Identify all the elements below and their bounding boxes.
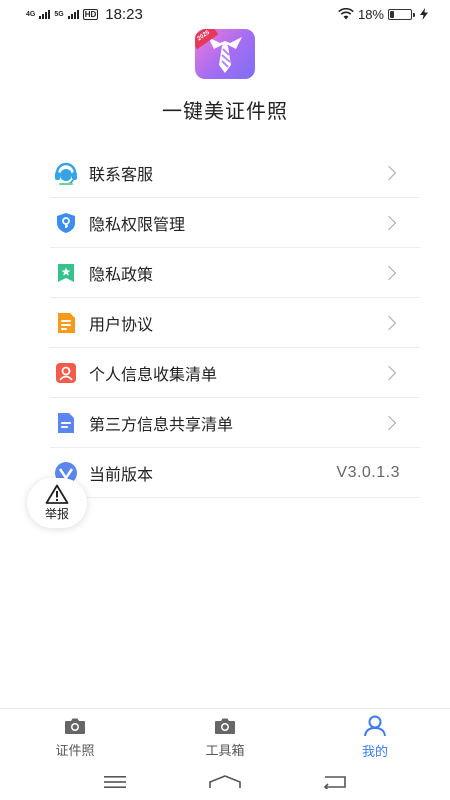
tab-id-photo[interactable]: 证件照: [0, 709, 150, 764]
warning-icon: [45, 484, 69, 504]
customer-service-icon: [53, 160, 79, 186]
home-nav-button[interactable]: [205, 770, 245, 794]
settings-menu: 联系客服 隐私权限管理 隐私政策 用户协议 个人信息收集清单 第三方信息共享清单…: [50, 148, 420, 498]
menu-item-user-agreement[interactable]: 用户协议: [50, 298, 420, 348]
app-name: 一键美证件照: [162, 99, 288, 123]
report-label: 举报: [44, 507, 69, 521]
person-card-icon: [53, 360, 79, 386]
camera-icon: [65, 718, 85, 734]
battery-percent: 18%: [357, 6, 384, 22]
menu-item-label: 当前版本: [89, 464, 154, 484]
privacy-shield-icon: [53, 210, 79, 236]
report-button[interactable]: 举报: [27, 478, 87, 528]
home-icon: [209, 775, 241, 788]
system-nav-bar: [0, 764, 450, 800]
tab-label: 工具箱: [205, 744, 245, 759]
tab-label: 证件照: [55, 744, 95, 759]
share-doc-icon: [53, 410, 79, 436]
menu-item-personal-info-list[interactable]: 个人信息收集清单: [50, 348, 420, 398]
clock: 18:23: [105, 5, 143, 23]
bottom-tab-bar: 证件照 工具箱 我的: [0, 708, 450, 764]
menu-item-privacy-permissions[interactable]: 隐私权限管理: [50, 198, 420, 248]
network-5g: 5G: [54, 10, 64, 18]
menu-item-current-version: 当前版本 V3.0.1.3: [50, 448, 420, 498]
status-right: 18%: [338, 7, 428, 22]
chevron-right-icon: [381, 365, 397, 380]
status-bar: 4G 5G HD 18:23 18%: [0, 0, 450, 28]
back-nav-button[interactable]: [315, 770, 355, 794]
wifi-icon: [338, 8, 354, 20]
menu-item-label: 第三方信息共享清单: [89, 414, 234, 434]
hd-badge: HD: [82, 8, 99, 20]
menu-nav-button[interactable]: [95, 770, 135, 794]
menu-icon: [104, 776, 126, 788]
tie-icon: [208, 37, 242, 73]
signal-icon: [39, 9, 51, 19]
back-icon: [323, 776, 346, 789]
menu-item-label: 隐私政策: [89, 264, 154, 284]
menu-item-label: 用户协议: [89, 314, 154, 334]
tab-toolbox[interactable]: 工具箱: [150, 709, 300, 764]
version-value: V3.0.1.3: [336, 463, 400, 481]
menu-item-label: 隐私权限管理: [89, 214, 186, 234]
menu-item-label: 个人信息收集清单: [89, 364, 218, 384]
battery-icon: [388, 8, 415, 20]
chevron-right-icon: [381, 215, 397, 230]
menu-item-third-party-sharing[interactable]: 第三方信息共享清单: [50, 398, 420, 448]
chevron-right-icon: [381, 415, 397, 430]
chevron-right-icon: [381, 265, 397, 280]
signal-icon: [67, 9, 79, 19]
menu-item-label: 联系客服: [89, 164, 154, 184]
app-logo: 2025: [195, 29, 255, 79]
policy-bookmark-icon: [53, 260, 79, 286]
chevron-right-icon: [381, 165, 397, 180]
network-4g: 4G: [26, 10, 36, 18]
person-icon: [364, 715, 386, 737]
chevron-right-icon: [381, 315, 397, 330]
menu-item-customer-service[interactable]: 联系客服: [50, 148, 420, 198]
document-icon: [53, 310, 79, 336]
camera-icon: [215, 718, 235, 734]
status-left: 4G 5G HD 18:23: [26, 6, 143, 23]
tab-mine[interactable]: 我的: [300, 709, 450, 764]
charging-icon: [420, 8, 428, 20]
menu-item-privacy-policy[interactable]: 隐私政策: [50, 248, 420, 298]
tab-label: 我的: [361, 745, 388, 760]
